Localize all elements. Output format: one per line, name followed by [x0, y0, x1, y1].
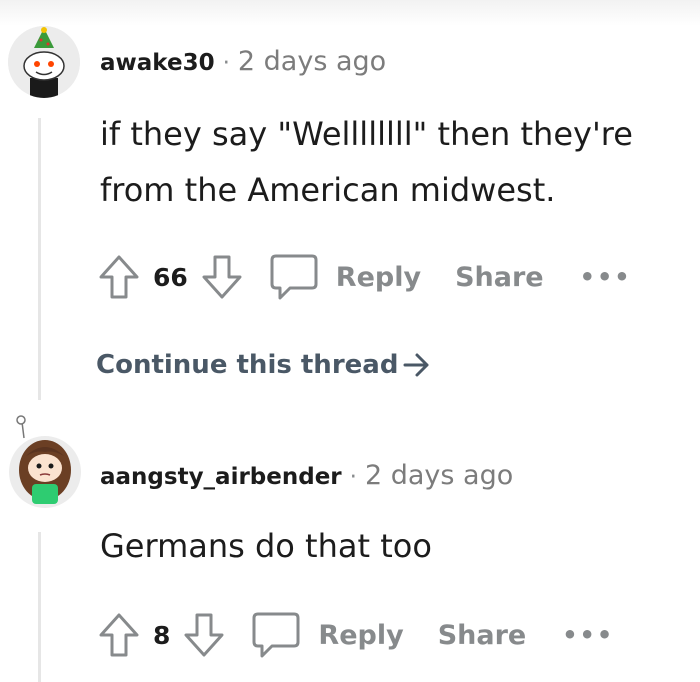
continue-thread-link[interactable]: Continue this thread	[96, 350, 432, 380]
comment-bubble-icon[interactable]	[250, 610, 302, 660]
vote-count: 66	[153, 262, 188, 292]
timestamp[interactable]: 2 days ago	[238, 46, 386, 77]
previous-content-fade	[0, 0, 700, 26]
share-button[interactable]: Share	[438, 620, 527, 651]
share-button[interactable]: Share	[455, 262, 544, 293]
reply-button[interactable]: Reply	[336, 262, 421, 293]
reply-button[interactable]: Reply	[318, 620, 403, 651]
timestamp[interactable]: 2 days ago	[365, 460, 513, 491]
comment-actions: 66 Reply Share •••	[97, 252, 632, 302]
meta-separator: ·	[349, 464, 357, 490]
avatar[interactable]	[8, 412, 82, 512]
comment-bubble-icon[interactable]	[268, 252, 320, 302]
thread-line[interactable]	[38, 532, 41, 682]
upvote-arrow-icon[interactable]	[97, 611, 141, 659]
thread-line[interactable]	[38, 118, 41, 400]
comment-body: if they say "Wellllllll" then they're fr…	[100, 106, 633, 218]
right-arrow-icon	[402, 351, 432, 379]
comment-body-line: from the American midwest.	[100, 171, 556, 209]
comment-body: Germans do that too	[100, 518, 432, 574]
continue-thread-label: Continue this thread	[96, 350, 399, 380]
upvote-arrow-icon[interactable]	[97, 253, 141, 301]
meta-separator: ·	[222, 50, 230, 76]
comment-actions: 8 Reply Share •••	[97, 610, 614, 660]
comment-body-line: Germans do that too	[100, 527, 432, 565]
more-options-button[interactable]: •••	[562, 621, 614, 649]
more-options-button[interactable]: •••	[580, 263, 632, 291]
vote-count: 8	[153, 620, 171, 650]
comment-body-line: if they say "Wellllllll" then they're	[100, 115, 633, 153]
avatar[interactable]	[8, 26, 80, 98]
username[interactable]: awake30	[100, 50, 215, 76]
downvote-arrow-icon[interactable]	[182, 611, 226, 659]
downvote-arrow-icon[interactable]	[200, 253, 244, 301]
username[interactable]: aangsty_airbender	[100, 464, 342, 490]
